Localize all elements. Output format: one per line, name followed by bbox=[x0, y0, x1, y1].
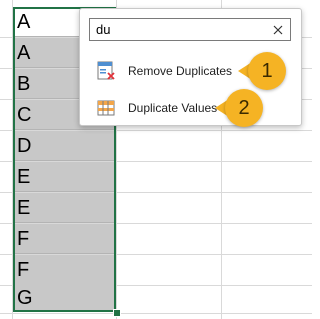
duplicate-values-icon bbox=[96, 98, 116, 118]
callout-badge-1: 1 bbox=[248, 52, 286, 90]
duplicate-values-label: Duplicate Values bbox=[128, 101, 218, 115]
grid-line bbox=[0, 313, 312, 314]
remove-duplicates-icon bbox=[96, 61, 116, 81]
close-icon[interactable] bbox=[270, 20, 286, 39]
remove-duplicates-label: Remove Duplicates bbox=[128, 64, 233, 78]
search-input[interactable] bbox=[96, 21, 266, 38]
search-box[interactable] bbox=[89, 18, 291, 41]
fill-handle[interactable] bbox=[113, 309, 121, 317]
spreadsheet: A A B C D E E F F G du Remove Duplicates… bbox=[0, 0, 312, 319]
callout-badge-2: 2 bbox=[225, 89, 263, 127]
